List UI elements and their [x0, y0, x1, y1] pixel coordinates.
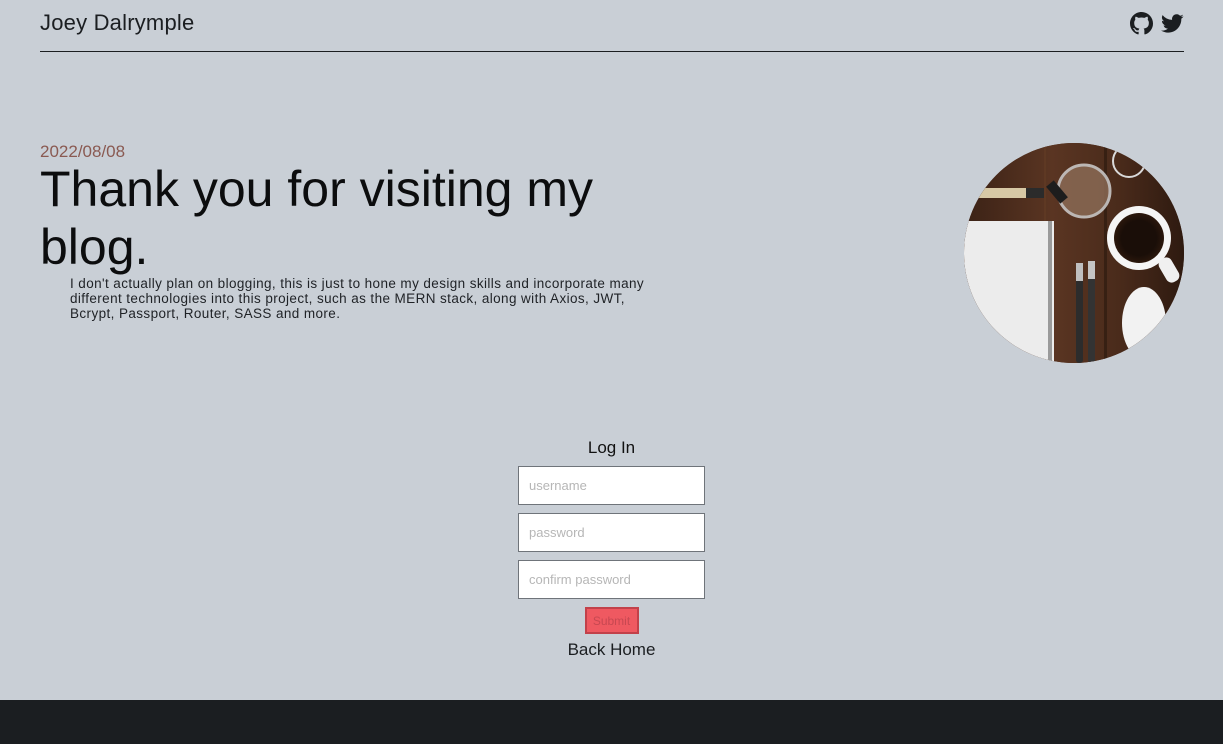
- twitter-icon: [1161, 14, 1184, 33]
- password-input[interactable]: [518, 513, 705, 552]
- username-input[interactable]: [518, 466, 705, 505]
- site-header: Joey Dalrymple: [40, 0, 1184, 52]
- github-icon: [1130, 12, 1153, 35]
- desk-photo: [964, 143, 1184, 363]
- confirm-password-input[interactable]: [518, 560, 705, 599]
- hero-description: I don't actually plan on blogging, this …: [70, 276, 645, 321]
- post-date: 2022/08/08: [40, 142, 126, 161]
- login-form: Log In Submit Back Home: [0, 436, 1223, 660]
- site-footer: [0, 700, 1223, 744]
- login-heading: Log In: [587, 438, 636, 457]
- social-links: [1130, 12, 1184, 35]
- github-link[interactable]: [1130, 12, 1153, 35]
- submit-button[interactable]: Submit: [584, 607, 639, 634]
- hero-title: Thank you for visiting my blog.: [40, 161, 593, 275]
- site-title-link[interactable]: Joey Dalrymple: [40, 10, 194, 36]
- twitter-link[interactable]: [1161, 12, 1184, 35]
- back-home-link[interactable]: Back Home: [568, 640, 656, 660]
